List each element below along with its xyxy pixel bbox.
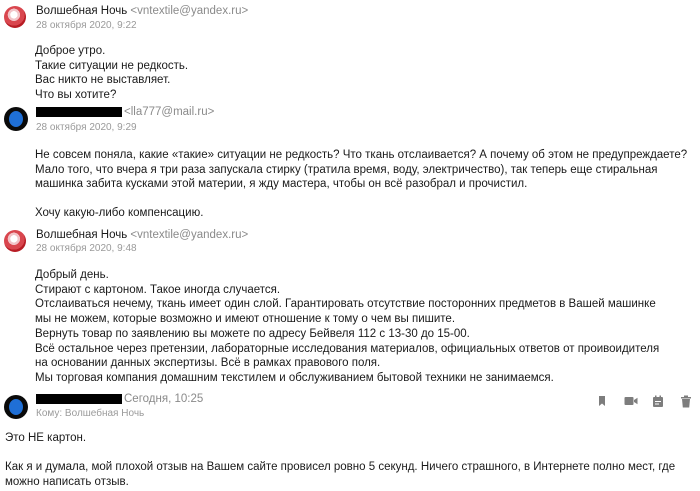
redacted-name (36, 106, 122, 117)
recipient-line[interactable]: Кому: Волшебная Ночь (36, 408, 144, 419)
sender-email[interactable]: <vntextile@yandex.ru> (130, 229, 248, 241)
sender-name[interactable]: Волшебная Ночь (36, 5, 127, 17)
message-line: Стирают с картоном. Такое иногда случает… (35, 283, 281, 296)
calendar-icon[interactable] (652, 395, 664, 407)
sender-line: <lla777@mail.ru> (36, 106, 214, 118)
message-line: Вернуть товар по заявлению вы можете по … (35, 327, 470, 340)
sender-line: Волшебная Ночь <vntextile@yandex.ru> (36, 229, 248, 241)
sender-avatar[interactable] (4, 395, 28, 419)
video-icon[interactable] (624, 395, 638, 407)
bookmark-icon[interactable] (596, 395, 608, 407)
message-date: Сегодня, 10:25 (124, 393, 204, 405)
sender-line: Сегодня, 10:25 (36, 393, 203, 405)
message-line: Такие ситуации не редкость. (35, 59, 189, 72)
sender-avatar[interactable] (4, 230, 26, 252)
message-body: Доброе утро. Такие ситуации не редкость.… (35, 44, 675, 103)
message-date: 28 октября 2020, 9:22 (36, 20, 137, 31)
message-line: Что вы хотите? (35, 89, 117, 102)
message-date: 28 октября 2020, 9:48 (36, 243, 137, 254)
trash-icon[interactable] (680, 395, 692, 408)
sender-line: Волшебная Ночь <vntextile@yandex.ru> (36, 5, 248, 17)
message-line: Хочу какую-либо компенсацию. (35, 207, 204, 220)
sender-avatar[interactable] (4, 107, 28, 131)
redacted-name (36, 393, 122, 404)
message-body: Это НЕ картон. Как я и думала, мой плохо… (5, 431, 695, 491)
sender-avatar[interactable] (4, 6, 26, 28)
message-line: Отслаиваться нечему, ткань имеет один сл… (35, 298, 656, 326)
sender-email[interactable]: <vntextile@yandex.ru> (130, 5, 248, 17)
message-line: Это НЕ картон. (5, 432, 87, 444)
message-line: Не совсем поняла, какие «такие» ситуации… (35, 149, 688, 191)
message-line: Всё остальное через претензии, лаборатор… (35, 342, 660, 370)
sender-email[interactable]: <lla777@mail.ru> (124, 106, 214, 118)
message-body: Добрый день. Стирают с картоном. Такое и… (35, 268, 675, 386)
message-line: Доброе утро. (35, 45, 106, 57)
sender-name[interactable]: Волшебная Ночь (36, 229, 127, 241)
message-toolbar (596, 395, 692, 408)
message-body: Не совсем поняла, какие «такие» ситуации… (35, 148, 697, 221)
message-line: Вас никто не выставляет. (35, 74, 171, 87)
message-line: Мы торговая компания домашним текстилем … (35, 371, 554, 384)
message-date: 28 октября 2020, 9:29 (36, 122, 137, 133)
message-line: Добрый день. (35, 269, 109, 281)
